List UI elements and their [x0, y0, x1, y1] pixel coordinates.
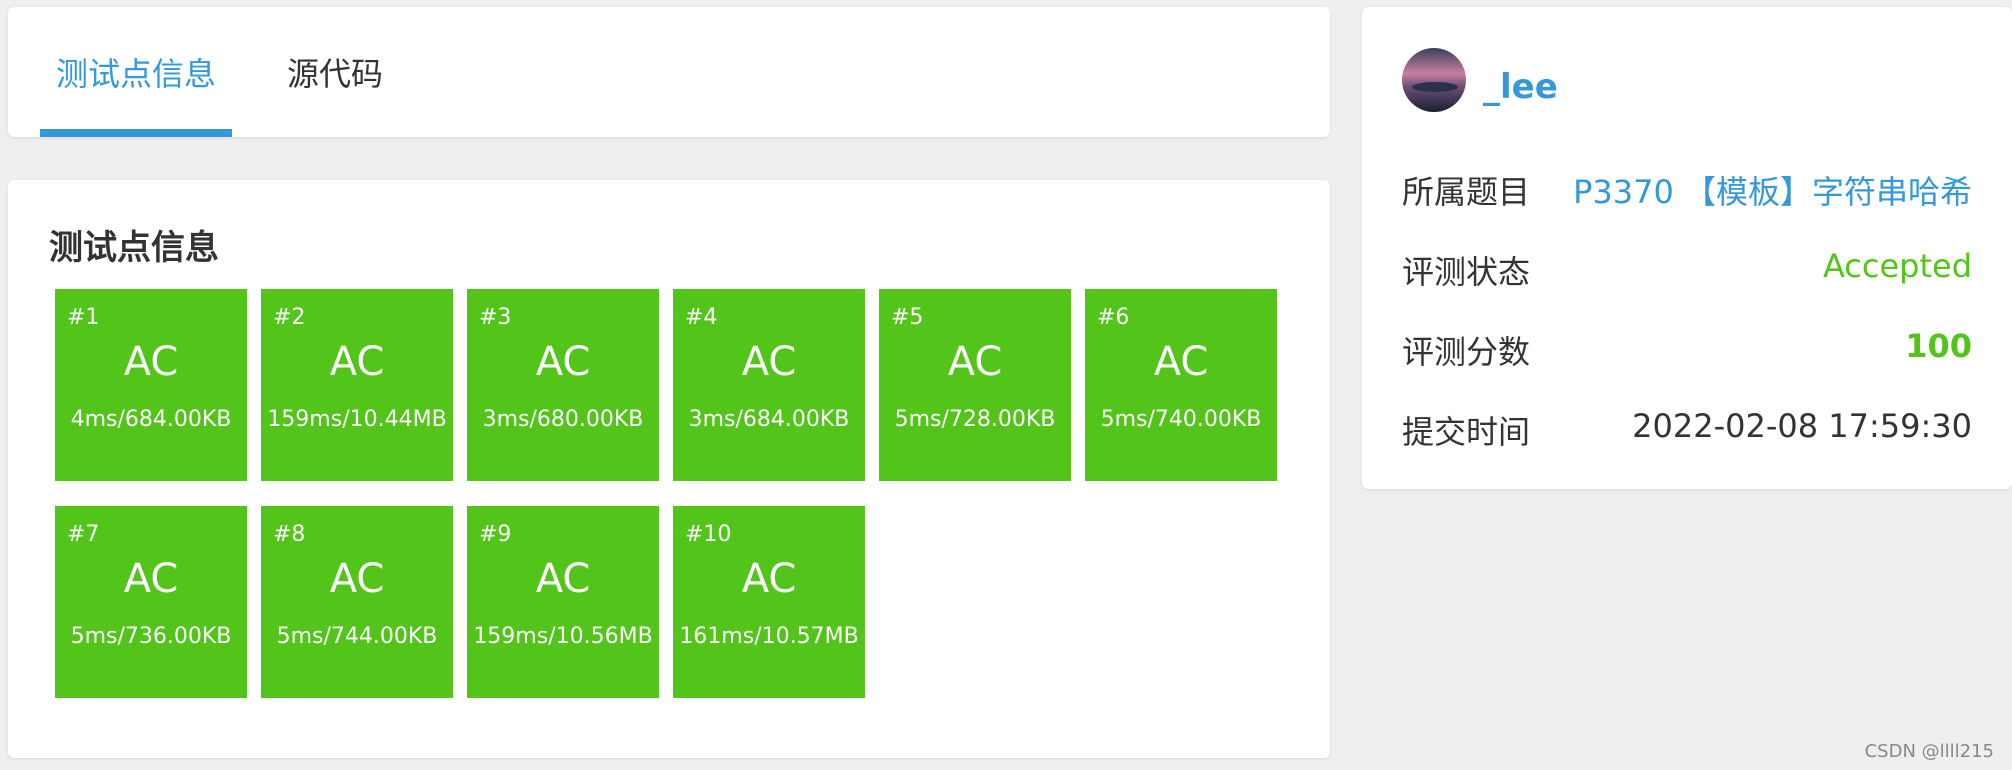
testcase-number: #3 — [479, 305, 512, 330]
testcase-number: #9 — [479, 522, 512, 547]
testcase-status: AC — [947, 339, 1003, 385]
testcase-tile[interactable]: #8 AC 5ms/744.00KB — [261, 506, 453, 698]
testcase-number: #7 — [67, 522, 100, 547]
score-row: 评测分数 100 — [1402, 327, 1972, 375]
testcase-tile[interactable]: #3 AC 3ms/680.00KB — [467, 289, 659, 481]
testcase-number: #1 — [67, 305, 100, 330]
testcase-status: AC — [535, 556, 591, 602]
testcase-status: AC — [123, 556, 179, 602]
testcase-resource: 5ms/740.00KB — [1100, 407, 1262, 432]
testcase-resource: 3ms/680.00KB — [482, 407, 644, 432]
testcase-tile[interactable]: #6 AC 5ms/740.00KB — [1085, 289, 1277, 481]
testcase-resource: 5ms/744.00KB — [276, 624, 438, 649]
testcase-status: AC — [535, 339, 591, 385]
testcases-title: 测试点信息 — [49, 228, 219, 268]
testcase-resource: 4ms/684.00KB — [70, 407, 232, 432]
testcase-number: #5 — [891, 305, 924, 330]
testcase-status: AC — [329, 339, 385, 385]
record-info-card: _lee 所属题目 P3370 【模板】字符串哈希 评测状态 Accepted … — [1362, 7, 2012, 489]
testcase-number: #6 — [1097, 305, 1130, 330]
testcase-tile[interactable]: #10 AC 161ms/10.57MB — [673, 506, 865, 698]
testcase-resource: 3ms/684.00KB — [688, 407, 850, 432]
tab-source-code[interactable]: 源代码 — [240, 7, 430, 137]
testcase-resource: 5ms/728.00KB — [894, 407, 1056, 432]
username-link[interactable]: _lee — [1483, 67, 1558, 107]
testcase-tile[interactable]: #2 AC 159ms/10.44MB — [261, 289, 453, 481]
testcase-number: #4 — [685, 305, 718, 330]
watermark: CSDN @llll215 — [1864, 741, 1994, 762]
testcase-number: #10 — [685, 522, 732, 547]
problem-link[interactable]: P3370 【模板】字符串哈希 — [1573, 167, 1972, 213]
tab-testcase-info[interactable]: 测试点信息 — [40, 7, 232, 137]
testcase-status: AC — [329, 556, 385, 602]
status-label: 评测状态 — [1402, 253, 1531, 291]
testcase-tile[interactable]: #5 AC 5ms/728.00KB — [879, 289, 1071, 481]
status-value: Accepted — [1822, 247, 1972, 285]
tabs-card: 测试点信息 源代码 — [8, 7, 1330, 137]
problem-label: 所属题目 — [1402, 173, 1531, 211]
submit-time-value: 2022-02-08 17:59:30 — [1632, 407, 1972, 445]
score-label: 评测分数 — [1402, 333, 1531, 371]
submit-time-row: 提交时间 2022-02-08 17:59:30 — [1402, 407, 1972, 455]
testcase-tile[interactable]: #4 AC 3ms/684.00KB — [673, 289, 865, 481]
submit-time-label: 提交时间 — [1402, 413, 1531, 451]
testcase-number: #2 — [273, 305, 306, 330]
testcase-resource: 5ms/736.00KB — [70, 624, 232, 649]
problem-row: 所属题目 P3370 【模板】字符串哈希 — [1402, 167, 1972, 215]
testcase-tile[interactable]: #1 AC 4ms/684.00KB — [55, 289, 247, 481]
avatar[interactable] — [1402, 48, 1466, 112]
testcase-number: #8 — [273, 522, 306, 547]
testcases-card: 测试点信息 #1 AC 4ms/684.00KB #2 AC 159ms/10.44MB #… — [8, 180, 1330, 758]
testcase-status: AC — [123, 339, 179, 385]
testcase-tile[interactable]: #9 AC 159ms/10.56MB — [467, 506, 659, 698]
testcase-status: AC — [1153, 339, 1209, 385]
testcase-status: AC — [741, 556, 797, 602]
testcase-resource: 161ms/10.57MB — [679, 624, 859, 649]
testcase-tile[interactable]: #7 AC 5ms/736.00KB — [55, 506, 247, 698]
status-row: 评测状态 Accepted — [1402, 247, 1972, 295]
testcase-status: AC — [741, 339, 797, 385]
score-value: 100 — [1905, 327, 1972, 365]
testcase-resource: 159ms/10.44MB — [267, 407, 447, 432]
testcase-resource: 159ms/10.56MB — [473, 624, 653, 649]
